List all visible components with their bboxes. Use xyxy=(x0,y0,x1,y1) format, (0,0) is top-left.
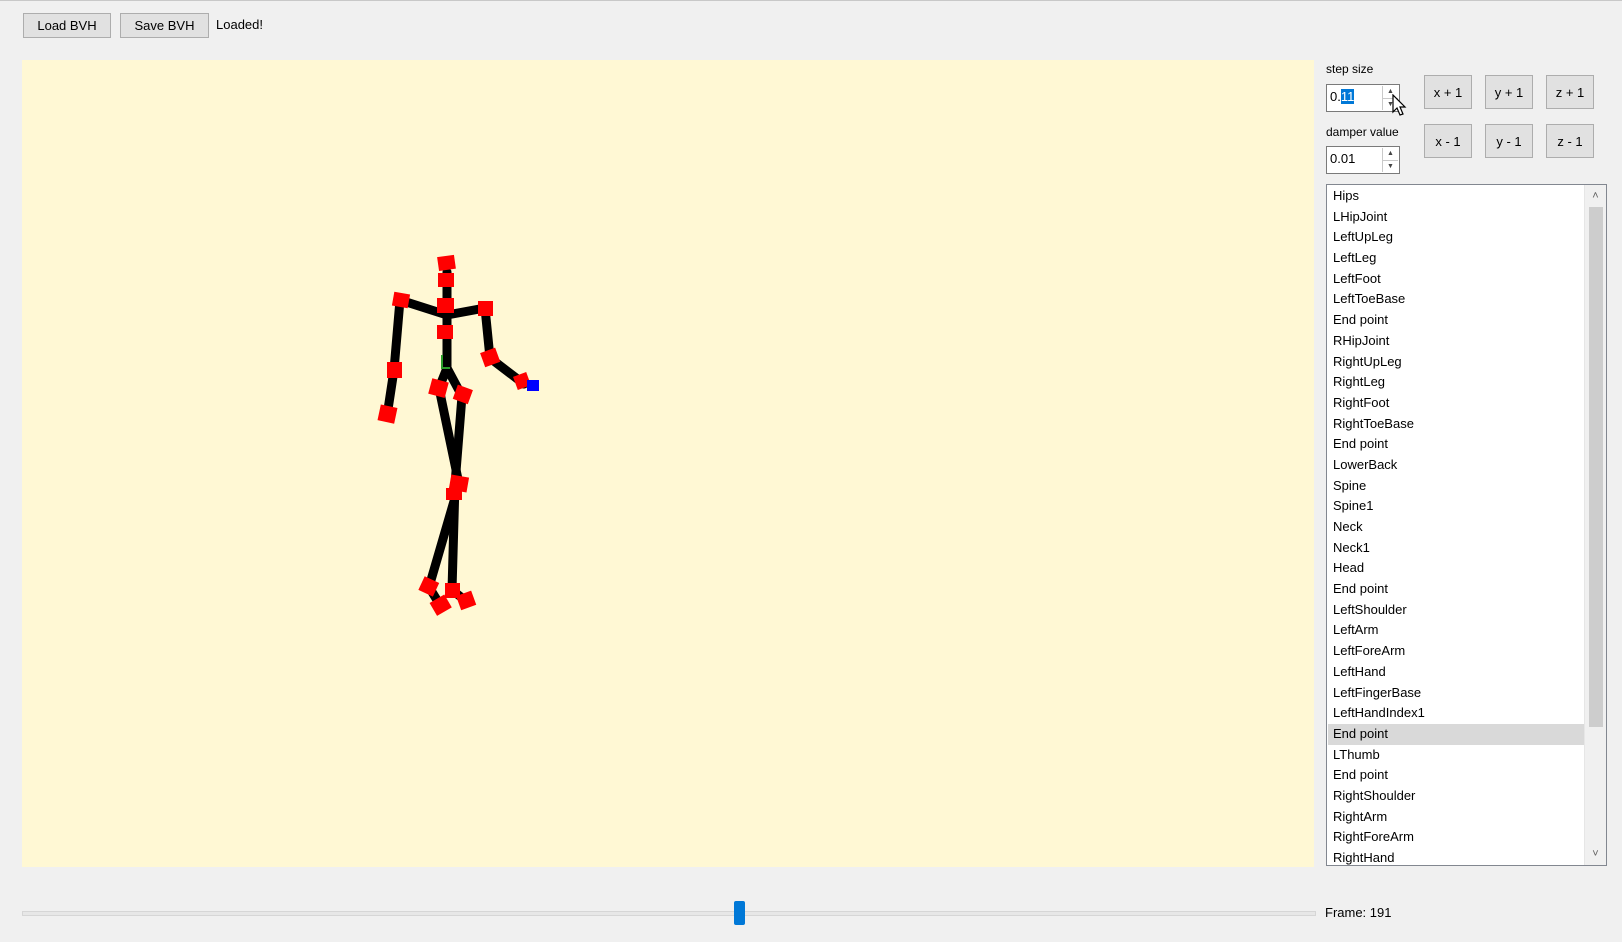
joint-list-item[interactable]: End point xyxy=(1328,434,1584,455)
mouse-cursor-icon xyxy=(1392,94,1407,116)
joint-list-scrollbar[interactable]: ˄ ˅ xyxy=(1584,185,1606,865)
y-plus-button[interactable]: y + 1 xyxy=(1485,75,1533,109)
skeleton-bones xyxy=(382,267,529,610)
scroll-up-icon[interactable]: ˄ xyxy=(1585,186,1606,206)
joint-neck xyxy=(437,298,454,313)
joint-list-item[interactable]: End point xyxy=(1328,723,1584,745)
joint-list-item[interactable]: RightShoulder xyxy=(1328,786,1584,807)
frame-label: Frame: xyxy=(1325,905,1367,920)
joint-list-item[interactable]: LowerBack xyxy=(1328,455,1584,476)
joint-list-item[interactable]: Spine1 xyxy=(1328,496,1584,517)
joint-list-item[interactable]: Spine xyxy=(1328,476,1584,497)
joint-list-item[interactable]: RightUpLeg xyxy=(1328,352,1584,373)
joint-list-item[interactable]: LeftFingerBase xyxy=(1328,683,1584,704)
joint-left-elbow xyxy=(387,362,402,378)
joint-list-item[interactable]: LHipJoint xyxy=(1328,207,1584,228)
frame-value: 191 xyxy=(1369,905,1392,920)
damper-value-stepper[interactable]: 0.01 ▲ ▼ xyxy=(1326,146,1400,174)
load-bvh-button[interactable]: Load BVH xyxy=(23,13,111,38)
joint-list-item[interactable]: RightToeBase xyxy=(1328,414,1584,435)
joint-list-item[interactable]: End point xyxy=(1328,765,1584,786)
joint-right-knee xyxy=(446,488,462,500)
z-minus-button[interactable]: z - 1 xyxy=(1546,124,1594,158)
joint-list[interactable]: Hips LHipJoint LeftUpLeg LeftLeg LeftFoot Lef… xyxy=(1326,184,1607,866)
joint-selected-marker xyxy=(527,380,539,391)
y-minus-button[interactable]: y - 1 xyxy=(1485,124,1533,158)
joint-list-item[interactable]: LeftForeArm xyxy=(1328,641,1584,662)
joint-list-item[interactable]: RightArm xyxy=(1328,807,1584,828)
joint-list-item[interactable]: RHipJoint xyxy=(1328,331,1584,352)
joint-list-item[interactable]: LeftHandIndex1 xyxy=(1328,703,1584,724)
joint-list-item[interactable]: RightFoot xyxy=(1328,393,1584,414)
joint-list-item[interactable]: LeftShoulder xyxy=(1328,600,1584,621)
x-plus-button[interactable]: x + 1 xyxy=(1424,75,1472,109)
joint-list-item[interactable]: Hips xyxy=(1328,186,1584,207)
joint-list-item[interactable]: LeftArm xyxy=(1328,620,1584,641)
joint-list-item[interactable]: End point xyxy=(1328,310,1584,331)
joint-list-item[interactable]: RightLeg xyxy=(1328,372,1584,393)
joint-right-shoulder xyxy=(478,301,493,316)
save-bvh-button[interactable]: Save BVH xyxy=(120,13,209,38)
damper-value-input[interactable]: 0.01 xyxy=(1330,150,1380,168)
step-size-label: step size xyxy=(1326,62,1374,76)
frame-counter: Frame: 191 xyxy=(1325,905,1392,920)
joint-list-item[interactable]: LeftToeBase xyxy=(1328,289,1584,310)
joint-list-item[interactable]: End point xyxy=(1328,579,1584,600)
joint-left-hand xyxy=(377,404,398,424)
joint-list-item[interactable]: Neck xyxy=(1328,517,1584,538)
joint-list-item[interactable]: Neck1 xyxy=(1328,538,1584,559)
joint-list-item[interactable]: LeftHand xyxy=(1328,662,1584,683)
scroll-thumb[interactable] xyxy=(1589,207,1603,727)
scroll-down-icon[interactable]: ˅ xyxy=(1585,844,1606,864)
skeleton-figure xyxy=(377,254,539,616)
joint-list-item[interactable]: Head xyxy=(1328,558,1584,579)
skeleton-viewport[interactable] xyxy=(22,60,1314,867)
joint-spine xyxy=(437,325,453,339)
z-plus-button[interactable]: z + 1 xyxy=(1546,75,1594,109)
damper-increment-button[interactable]: ▲ xyxy=(1382,148,1398,160)
frame-slider-track[interactable] xyxy=(22,911,1316,916)
bone xyxy=(389,295,405,375)
joint-list-item[interactable]: RightHand xyxy=(1328,848,1584,865)
status-text: Loaded! xyxy=(216,17,263,32)
step-size-input[interactable]: 0.11 xyxy=(1330,88,1380,106)
joint-head-end xyxy=(437,254,456,272)
joint-left-shoulder xyxy=(391,291,411,309)
bone xyxy=(450,391,467,489)
damper-decrement-button[interactable]: ▼ xyxy=(1382,159,1398,172)
x-minus-button[interactable]: x - 1 xyxy=(1424,124,1472,158)
joint-list-items: Hips LHipJoint LeftUpLeg LeftLeg LeftFoot Lef… xyxy=(1328,186,1584,865)
frame-slider-handle[interactable] xyxy=(733,901,745,925)
joint-list-item[interactable]: LeftUpLeg xyxy=(1328,227,1584,248)
joint-head xyxy=(438,273,454,287)
joint-list-item[interactable]: LeftLeg xyxy=(1328,248,1584,269)
window-top-border xyxy=(0,0,1622,1)
joint-list-item[interactable]: LeftFoot xyxy=(1328,269,1584,290)
joint-list-item[interactable]: LThumb xyxy=(1328,745,1584,766)
damper-value-label: damper value xyxy=(1326,125,1399,139)
step-size-stepper[interactable]: 0.11 ▲ ▼ xyxy=(1326,84,1400,112)
joint-list-item[interactable]: RightForeArm xyxy=(1328,827,1584,848)
